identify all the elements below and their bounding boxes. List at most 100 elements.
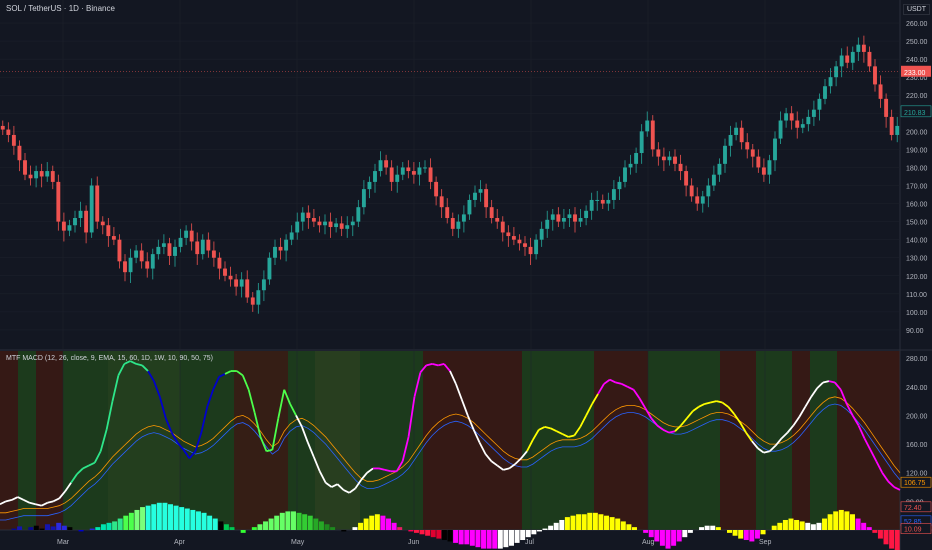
candle-body [273,246,277,258]
histogram-bar [492,530,498,549]
candle-body [84,210,89,233]
candle-body [134,250,139,258]
indicator-tick-label: 240.00 [906,385,928,392]
candle-body [0,125,5,130]
histogram-bar [889,530,895,549]
price-tick-label: 110.00 [906,292,927,299]
candle-body [184,230,189,238]
histogram-bar [436,530,442,539]
histogram-bar [330,527,336,530]
histogram-bar [201,512,207,530]
price-tick-label: 170.00 [906,184,928,191]
candle-body [189,230,194,242]
histogram-bar [794,519,800,530]
candle-body [145,261,150,269]
time-tick-label: Mar [57,539,70,546]
candle-body [256,290,261,305]
indicator-tick-label: 160.00 [906,442,928,449]
candle-body [861,44,866,52]
histogram-bar [212,518,218,530]
candle-body [400,167,405,175]
histogram-bar [358,522,364,530]
histogram-bar [391,522,397,530]
chart-canvas: 90.00 100.00 110.00 120.00 130.00 140.00 150.0… [0,0,932,550]
histogram-bar [302,514,308,530]
candle-body [78,210,83,219]
candle-body [523,243,527,247]
candle-body [323,221,327,226]
histogram-bar [184,508,190,530]
histogram-bar [61,525,67,530]
histogram-bar [861,522,867,530]
candle-body [595,199,600,201]
candle-body [811,109,816,117]
candle-body [689,185,694,197]
candle-body [434,181,439,197]
time-tick-label: May [291,539,305,546]
candle-body [578,218,583,222]
candle-body [556,214,561,222]
candle-body [95,185,100,222]
indicator-value-text: 106.75 [904,480,926,487]
histogram-bar [28,527,34,530]
histogram-bar [816,522,822,530]
histogram-bar [307,515,313,530]
histogram-bar [771,525,777,530]
histogram-bar [268,518,274,530]
histogram-bar [251,527,257,530]
candle-body [511,236,516,240]
candle-body [45,171,50,177]
candle-body [828,77,833,87]
indicator-tick-label: 200.00 [906,413,928,420]
histogram-bar [777,522,783,530]
candle-body [367,181,372,190]
histogram-bar [341,530,347,532]
regime-band [108,351,180,530]
histogram-bar [643,530,649,533]
candle-body [150,254,155,269]
candle-body [334,223,339,228]
histogram-bar [497,530,503,549]
currency-badge[interactable]: USDT [902,4,930,15]
candle-body [328,221,333,228]
candle-body [650,120,655,150]
histogram-bar [106,522,112,530]
histogram-bar [128,512,134,530]
histogram-bar [89,528,95,530]
histogram-bar [67,527,73,530]
histogram-bar [659,530,665,546]
histogram-bar [134,509,140,530]
candle-body [6,129,11,135]
histogram-bar [648,530,654,538]
histogram-bar [822,518,828,530]
candle-body [17,145,22,161]
price-tick-label: 180.00 [906,165,928,172]
candle-body [478,189,483,193]
candle-body [428,167,433,182]
candle-body [373,171,377,182]
candle-body [39,171,44,177]
regime-band [837,351,900,530]
histogram-bar [626,524,632,530]
candle-body [261,279,266,291]
candle-body [306,212,311,219]
histogram-bar [665,530,671,549]
histogram-bar [279,512,285,530]
histogram-bar [123,515,129,530]
candle-body [723,145,727,164]
histogram-bar [849,514,855,530]
histogram-bar [872,530,878,533]
histogram-bar [654,530,660,542]
candle-body [417,167,422,175]
histogram-bar [536,530,542,532]
histogram-bar [604,515,610,530]
candle-body [884,98,889,117]
price-tick-label: 130.00 [906,256,928,263]
histogram-bar [559,519,565,530]
histogram-bar [156,502,162,530]
candle-body [750,149,755,157]
histogram-bar [458,530,464,545]
candle-body [895,125,900,135]
symbol-title: SOL / TetherUS · 1D · Binance [6,4,115,13]
histogram-bar [743,530,749,541]
